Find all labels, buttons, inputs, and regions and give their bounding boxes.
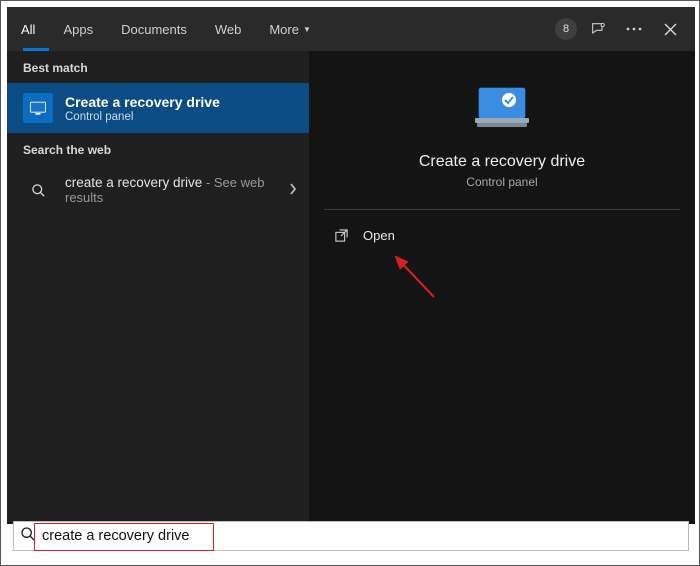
web-result[interactable]: create a recovery drive - See web result… xyxy=(7,165,309,215)
tab-documents[interactable]: Documents xyxy=(107,7,201,51)
feedback-icon[interactable] xyxy=(583,14,613,44)
web-header: Search the web xyxy=(7,133,309,165)
search-icon xyxy=(23,183,53,198)
recovery-drive-icon xyxy=(462,79,542,139)
chevron-right-icon xyxy=(289,183,297,198)
tab-more[interactable]: More ▼ xyxy=(255,7,325,51)
best-match-header: Best match xyxy=(7,51,309,83)
best-match-title: Create a recovery drive xyxy=(65,94,220,110)
open-icon xyxy=(331,228,351,243)
badge-count: 8 xyxy=(563,23,569,35)
filter-tabs: All Apps Documents Web More ▼ 8 xyxy=(7,7,695,51)
tab-web[interactable]: Web xyxy=(201,7,256,51)
preview-subtitle: Control panel xyxy=(466,175,537,189)
actions-list: Open xyxy=(309,210,695,261)
header-actions: 8 xyxy=(555,14,695,44)
best-match-result[interactable]: Create a recovery drive Control panel xyxy=(7,83,309,133)
preview-title: Create a recovery drive xyxy=(419,153,585,171)
window: All Apps Documents Web More ▼ 8 Best matc… xyxy=(0,0,700,566)
search-input[interactable] xyxy=(42,528,682,544)
open-label: Open xyxy=(363,228,395,243)
close-icon[interactable] xyxy=(655,14,685,44)
search-panel: All Apps Documents Web More ▼ 8 Best matc… xyxy=(7,7,695,524)
open-action[interactable]: Open xyxy=(331,224,673,247)
tab-label: All xyxy=(21,22,35,37)
preview-pane: Create a recovery drive Control panel Op… xyxy=(309,51,695,524)
tab-label: Web xyxy=(215,22,242,37)
search-bar[interactable] xyxy=(13,521,689,551)
caret-down-icon: ▼ xyxy=(303,25,311,34)
web-query: create a recovery drive xyxy=(65,175,202,190)
tab-label: More xyxy=(269,22,299,37)
control-panel-icon xyxy=(23,93,53,123)
tab-label: Documents xyxy=(121,22,187,37)
best-match-text: Create a recovery drive Control panel xyxy=(65,94,220,123)
tab-all[interactable]: All xyxy=(7,7,49,51)
results-pane: Best match Create a recovery drive Contr… xyxy=(7,51,309,524)
best-match-subtitle: Control panel xyxy=(65,111,220,123)
tab-label: Apps xyxy=(63,22,93,37)
panel-body: Best match Create a recovery drive Contr… xyxy=(7,51,695,524)
tab-apps[interactable]: Apps xyxy=(49,7,107,51)
rewards-badge[interactable]: 8 xyxy=(555,18,577,40)
more-options-icon[interactable] xyxy=(619,14,649,44)
search-icon xyxy=(20,526,36,547)
web-result-text: create a recovery drive - See web result… xyxy=(65,175,275,205)
